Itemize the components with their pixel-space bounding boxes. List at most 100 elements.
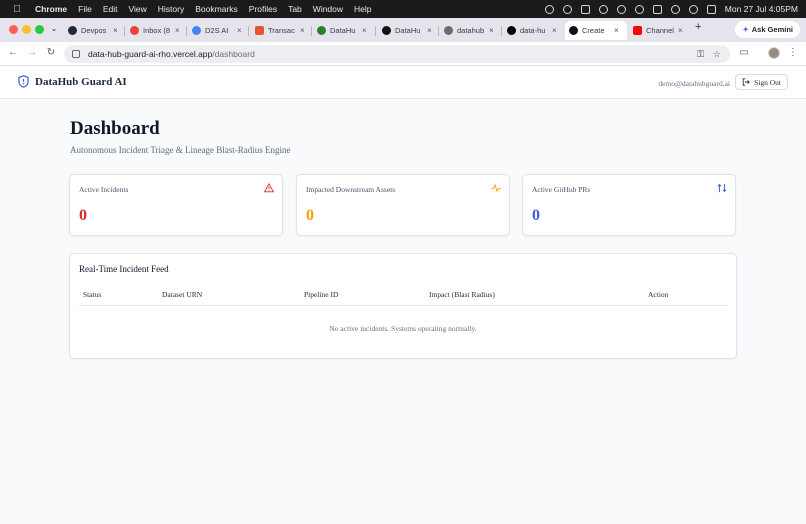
- youtube-icon: [633, 26, 642, 35]
- git-pull-request-icon: [717, 183, 727, 193]
- more-menu-icon[interactable]: ⋮: [786, 46, 800, 60]
- column-header-pipeline-id: Pipeline ID: [304, 290, 339, 299]
- sign-out-button[interactable]: Sign Out: [735, 74, 788, 90]
- tab-title: data-hu: [520, 26, 546, 35]
- stat-card-value: 0: [79, 207, 87, 224]
- vercel-icon: [507, 26, 516, 35]
- apple-menu-icon[interactable]: : [10, 4, 24, 15]
- tab-close-icon[interactable]: ×: [113, 26, 118, 35]
- logout-icon: [742, 78, 750, 86]
- column-header-dataset-urn: Dataset URN: [162, 290, 203, 299]
- tab-title: Inbox (8: [143, 26, 171, 35]
- browser-tab[interactable]: Devpos ×: [64, 21, 118, 40]
- keyboard-icon[interactable]: [580, 4, 590, 14]
- menu-history[interactable]: History: [158, 4, 184, 14]
- wifi-icon[interactable]: [598, 4, 608, 14]
- page-subtitle: Autonomous Incident Triage & Lineage Bla…: [70, 145, 291, 155]
- menu-edit[interactable]: Edit: [103, 4, 118, 14]
- browser-tab[interactable]: data-hu ×: [503, 21, 557, 40]
- os-menu-bar:  Chrome File Edit View History Bookmark…: [0, 0, 806, 18]
- alert-triangle-icon: [264, 183, 274, 193]
- menu-app-name[interactable]: Chrome: [35, 4, 67, 14]
- password-key-icon[interactable]: ⚿: [697, 49, 704, 60]
- tab-search-chevron-icon[interactable]: ⌄: [47, 22, 61, 36]
- browser-tab[interactable]: Transac ×: [251, 21, 305, 40]
- browser-tab[interactable]: DataHu ×: [313, 21, 367, 40]
- dashboard-main: Dashboard Autonomous Incident Triage & L…: [0, 100, 806, 524]
- menu-clock[interactable]: Mon 27 Jul 4:05PM: [725, 4, 798, 14]
- url-path: /dashboard: [212, 49, 255, 59]
- tab-close-icon[interactable]: ×: [237, 26, 242, 35]
- browser-tab[interactable]: D2S AI ×: [188, 21, 242, 40]
- cloud-icon[interactable]: [544, 4, 554, 14]
- battery-icon[interactable]: [652, 4, 662, 14]
- menu-tab[interactable]: Tab: [288, 4, 302, 14]
- browser-tab-strip: ⌄ Devpos × Inbox (8 × D2S AI × Transac ×…: [0, 18, 806, 42]
- zoom-window-button[interactable]: [35, 25, 44, 34]
- empty-state-message: No active incidents. Systems operating n…: [329, 324, 477, 333]
- profile-icon[interactable]: [688, 4, 698, 14]
- column-header-status: Status: [83, 290, 102, 299]
- close-window-button[interactable]: [9, 25, 18, 34]
- browser-tab[interactable]: DataHu ×: [378, 21, 432, 40]
- sign-out-label: Sign Out: [754, 77, 781, 87]
- menu-file[interactable]: File: [78, 4, 92, 14]
- shield-status-icon[interactable]: [634, 4, 644, 14]
- menu-profiles[interactable]: Profiles: [249, 4, 277, 14]
- tab-close-icon[interactable]: ×: [489, 26, 494, 35]
- profile-avatar[interactable]: [768, 47, 780, 59]
- app-header: DataHub Guard AI demo@datahubguard.ai Si…: [0, 67, 806, 99]
- brand[interactable]: DataHub Guard AI: [18, 75, 127, 88]
- column-header-action: Action: [648, 290, 669, 299]
- activity-icon: [491, 184, 501, 192]
- back-arrow-icon[interactable]: ←: [6, 46, 20, 60]
- control-center-icon[interactable]: [706, 4, 716, 14]
- extensions-puzzle-icon[interactable]: ▭: [737, 46, 751, 60]
- tab-title: D2S AI: [205, 26, 229, 35]
- tab-close-icon[interactable]: ×: [362, 26, 367, 35]
- site-settings-icon[interactable]: [72, 50, 80, 58]
- browser-tab[interactable]: Channel ×: [629, 21, 683, 40]
- url-host: data-hub-guard-ai-rho.vercel.app: [88, 49, 213, 59]
- menu-help[interactable]: Help: [354, 4, 371, 14]
- ask-gemini-label: Ask Gemini: [751, 25, 793, 34]
- browser-tab[interactable]: Inbox (8 ×: [126, 21, 180, 40]
- menu-window[interactable]: Window: [313, 4, 343, 14]
- incident-feed-title: Real-Time Incident Feed: [79, 264, 169, 274]
- tab-close-icon[interactable]: ×: [678, 26, 683, 35]
- tab-close-icon[interactable]: ×: [614, 26, 619, 35]
- menu-bookmarks[interactable]: Bookmarks: [195, 4, 238, 14]
- stat-card-value: 0: [532, 207, 540, 224]
- tab-close-icon[interactable]: ×: [175, 26, 180, 35]
- gemini-sparkle-icon: ✦: [742, 25, 749, 34]
- tab-close-icon[interactable]: ×: [300, 26, 305, 35]
- tab-close-icon[interactable]: ×: [427, 26, 432, 35]
- tab-title: datahub: [457, 26, 485, 35]
- tab-close-icon[interactable]: ×: [552, 26, 557, 35]
- tab-favicon-icon: [130, 26, 139, 35]
- stat-card-active-incidents: Active Incidents 0: [69, 174, 283, 236]
- stat-card-value: 0: [306, 207, 314, 224]
- browser-toolbar: ← → ↻ data-hub-guard-ai-rho.vercel.app/d…: [0, 42, 806, 66]
- reload-icon[interactable]: ↻: [44, 46, 58, 60]
- browser-tab[interactable]: datahub ×: [440, 21, 494, 40]
- status-circle-icon[interactable]: [562, 4, 572, 14]
- table-header-divider: [79, 305, 728, 306]
- minimize-window-button[interactable]: [22, 25, 31, 34]
- browser-tab-active[interactable]: Create ×: [565, 21, 627, 40]
- address-bar[interactable]: data-hub-guard-ai-rho.vercel.app/dashboa…: [64, 45, 730, 63]
- forward-arrow-icon[interactable]: →: [25, 46, 39, 60]
- new-tab-button[interactable]: +: [695, 21, 701, 33]
- tab-favicon-icon: [317, 26, 326, 35]
- brand-name: DataHub Guard AI: [35, 75, 127, 88]
- menu-view[interactable]: View: [128, 4, 146, 14]
- play-icon[interactable]: [616, 4, 626, 14]
- github-icon: [382, 26, 391, 35]
- user-email: demo@datahubguard.ai: [658, 79, 730, 88]
- tab-title: Devpos: [81, 26, 107, 35]
- stat-card-label: Active GitHub PRs: [532, 185, 591, 194]
- ask-gemini-button[interactable]: ✦ Ask Gemini: [735, 21, 800, 38]
- bookmark-star-icon[interactable]: ☆: [713, 49, 721, 60]
- search-icon[interactable]: [670, 4, 680, 14]
- stat-card-label: Impacted Downstream Assets: [306, 185, 396, 194]
